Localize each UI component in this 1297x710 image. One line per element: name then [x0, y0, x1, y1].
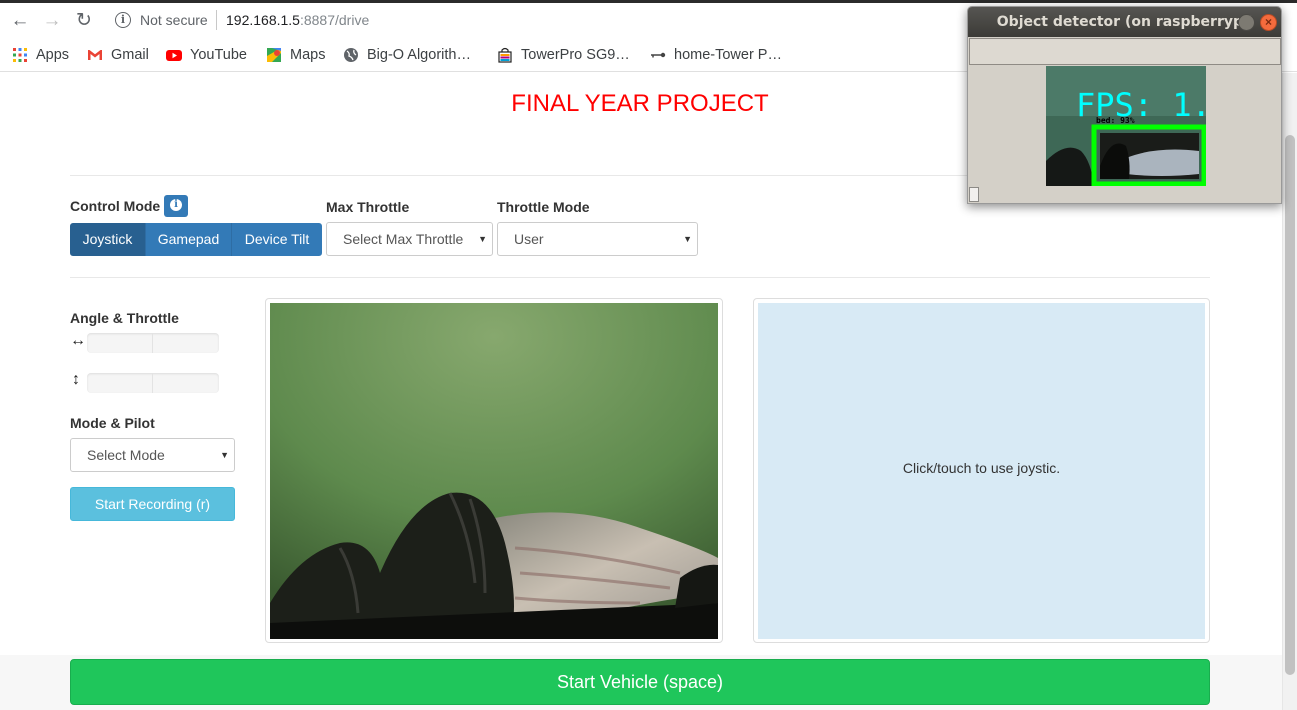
url-path: :8887/drive [299, 12, 370, 28]
bookmark-gmail[interactable]: Gmail [87, 45, 149, 65]
bookmark-label: YouTube [190, 47, 247, 63]
window-top-edge [0, 0, 1297, 3]
start-vehicle-button[interactable]: Start Vehicle (space) [70, 659, 1210, 705]
bookmark-towerpro[interactable]: TowerPro SG9… [497, 45, 630, 65]
page-scrollbar[interactable] [1282, 73, 1297, 710]
gamepad-mode-button[interactable]: Gamepad [146, 223, 232, 256]
security-label[interactable]: Not secure [140, 12, 208, 28]
control-mode-label: Control Mode [70, 198, 161, 214]
throttle-slider[interactable] [87, 373, 219, 393]
key-icon [650, 47, 666, 63]
bookmark-label: Maps [290, 47, 326, 63]
mode-value: Select Mode [87, 447, 165, 463]
url-host: 192.168.1.5 [226, 12, 300, 28]
vertical-arrows-icon: ↕ [72, 371, 80, 388]
mode-pilot-label: Mode & Pilot [70, 415, 155, 431]
back-arrow-icon[interactable]: ← [7, 8, 33, 34]
bag-icon [497, 47, 513, 63]
maps-icon [266, 47, 282, 63]
minimize-icon[interactable] [1238, 14, 1255, 31]
device-tilt-mode-button[interactable]: Device Tilt [232, 223, 322, 256]
chevron-down-icon: ▼ [478, 234, 487, 244]
horizontal-arrows-icon: ↔ [70, 332, 86, 349]
object-detector-window: Object detector (on raspberrypi) × FPS: … [967, 6, 1282, 204]
apps-grid-icon [12, 47, 28, 63]
bookmark-label: Big-O Algorith… [367, 47, 471, 63]
bookmark-apps[interactable]: Apps [12, 45, 69, 65]
chevron-down-icon: ▼ [220, 450, 229, 460]
forward-arrow-icon[interactable]: → [39, 8, 65, 34]
slider-center-mark [152, 333, 153, 353]
bookmark-home-tower[interactable]: home-Tower P… [650, 45, 782, 65]
camera-feed-image [270, 303, 718, 639]
bookmark-label: home-Tower P… [674, 47, 782, 63]
max-throttle-select[interactable]: Select Max Throttle ▼ [326, 222, 493, 256]
address-bar[interactable]: 192.168.1.5:8887/drive [226, 12, 369, 28]
joystick-panel: Click/touch to use joystic. [753, 298, 1210, 643]
angle-throttle-label: Angle & Throttle [70, 310, 179, 326]
mode-select[interactable]: Select Mode ▼ [70, 438, 235, 472]
joystick-mode-button[interactable]: Joystick [70, 223, 146, 256]
close-icon[interactable]: × [1260, 14, 1277, 31]
control-mode-info-icon[interactable] [164, 195, 188, 217]
max-throttle-value: Select Max Throttle [343, 231, 464, 247]
chevron-down-icon: ▼ [683, 234, 692, 244]
detector-toolbar [969, 38, 1281, 65]
start-recording-button[interactable]: Start Recording (r) [70, 487, 235, 521]
detector-window-title: Object detector (on raspberrypi) [996, 14, 1255, 30]
bookmark-label: Gmail [111, 47, 149, 63]
detection-label: bed: 93% [1096, 116, 1135, 125]
bookmark-big-o[interactable]: Big-O Algorith… [343, 45, 471, 65]
throttle-mode-label: Throttle Mode [497, 199, 590, 215]
max-throttle-label: Max Throttle [326, 199, 410, 215]
globe-icon [343, 47, 359, 63]
angle-slider[interactable] [87, 333, 219, 353]
detector-checkbox[interactable] [969, 187, 979, 202]
camera-panel [265, 298, 723, 643]
youtube-icon [166, 47, 182, 63]
scrollbar-thumb[interactable] [1285, 135, 1295, 675]
throttle-mode-value: User [514, 231, 544, 247]
url-separator [216, 10, 217, 30]
divider [70, 277, 1210, 278]
detector-frame-image: FPS: 1.0 bed: 93% [1046, 66, 1206, 186]
detector-titlebar[interactable]: Object detector (on raspberrypi) × [968, 7, 1281, 37]
joystick-area[interactable]: Click/touch to use joystic. [758, 303, 1205, 639]
reload-icon[interactable]: ↻ [71, 8, 97, 34]
slider-center-mark [152, 373, 153, 393]
joystick-hint: Click/touch to use joystic. [902, 460, 1061, 476]
throttle-mode-select[interactable]: User ▼ [497, 222, 698, 256]
info-icon[interactable]: i [115, 12, 131, 28]
bookmark-youtube[interactable]: YouTube [166, 45, 247, 65]
bookmark-maps[interactable]: Maps [266, 45, 325, 65]
gmail-icon [87, 47, 103, 63]
bookmark-label: Apps [36, 47, 70, 63]
control-mode-button-group: Joystick Gamepad Device Tilt [70, 223, 322, 256]
bookmark-label: TowerPro SG9… [521, 47, 630, 63]
